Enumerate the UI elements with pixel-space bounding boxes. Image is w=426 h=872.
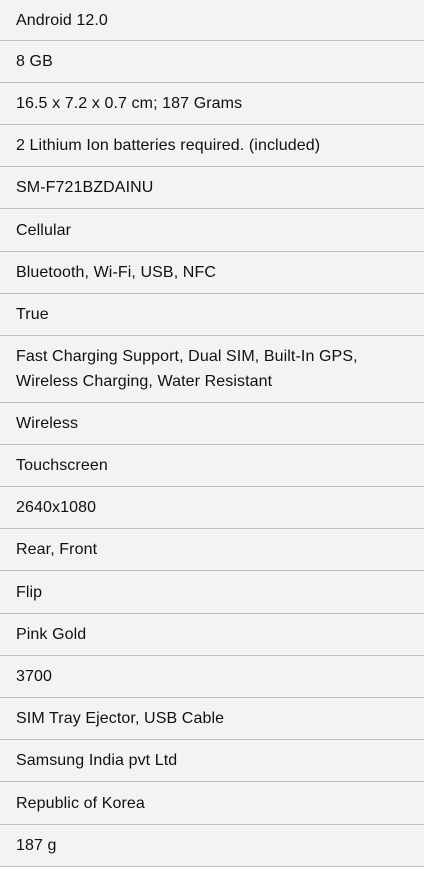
spec-value: 3700 bbox=[16, 668, 52, 685]
spec-value: 2 Lithium Ion batteries required. (inclu… bbox=[16, 137, 321, 154]
spec-row-manufacturer: Samsung India pvt Ltd bbox=[0, 740, 424, 782]
spec-row-country-of-origin: Republic of Korea bbox=[0, 782, 424, 825]
spec-row-colour: Pink Gold bbox=[0, 614, 424, 656]
spec-row-os: Android 12.0 bbox=[0, 0, 424, 41]
spec-value: 2640x1080 bbox=[16, 499, 97, 516]
spec-value: Republic of Korea bbox=[16, 794, 145, 812]
spec-row-other-features: Wireless bbox=[0, 403, 424, 445]
spec-row-gps: True bbox=[0, 294, 424, 336]
spec-row-connectivity: Bluetooth, Wi-Fi, USB, NFC bbox=[0, 252, 424, 294]
spec-row-dimensions: 16.5 x 7.2 x 0.7 cm; 187 Grams bbox=[0, 83, 424, 125]
spec-value: 8 GB bbox=[16, 53, 53, 70]
spec-row-ram: 8 GB bbox=[0, 41, 424, 83]
spec-row-resolution: 2640x1080 bbox=[0, 487, 424, 529]
spec-value: Bluetooth, Wi-Fi, USB, NFC bbox=[16, 264, 216, 281]
spec-value: Pink Gold bbox=[16, 626, 87, 643]
spec-value: Flip bbox=[16, 583, 43, 601]
spec-value: Android 12.0 bbox=[16, 11, 108, 29]
spec-row-form-factor: Flip bbox=[0, 571, 424, 614]
spec-row-device-interface: Touchscreen bbox=[0, 445, 424, 487]
spec-value: Cellular bbox=[16, 221, 72, 239]
spec-row-battery-power: 3700 bbox=[0, 656, 424, 698]
spec-row-item-weight: 187 g bbox=[0, 825, 424, 867]
spec-value: True bbox=[16, 306, 49, 323]
spec-value: Wireless bbox=[16, 415, 79, 432]
spec-row-model-number: SM-F721BZDAINU bbox=[0, 167, 424, 209]
spec-value: SIM Tray Ejector, USB Cable bbox=[16, 710, 225, 727]
spec-value: Fast Charging Support, Dual SIM, Built-I… bbox=[16, 348, 358, 390]
spec-row-special-features: Fast Charging Support, Dual SIM, Built-I… bbox=[0, 336, 424, 403]
spec-value: 16.5 x 7.2 x 0.7 cm; 187 Grams bbox=[16, 95, 243, 112]
spec-value: 187 g bbox=[16, 837, 57, 854]
spec-value: Touchscreen bbox=[16, 457, 108, 474]
spec-row-whats-in-box: SIM Tray Ejector, USB Cable bbox=[0, 698, 424, 740]
spec-row-camera: Rear, Front bbox=[0, 529, 424, 571]
spec-row-wireless-carrier: Cellular bbox=[0, 209, 424, 252]
product-specs-table: Android 12.0 8 GB 16.5 x 7.2 x 0.7 cm; 1… bbox=[0, 0, 424, 867]
spec-value: Samsung India pvt Ltd bbox=[16, 752, 178, 769]
spec-value: Rear, Front bbox=[16, 541, 98, 558]
spec-value: SM-F721BZDAINU bbox=[16, 179, 154, 196]
spec-row-batteries: 2 Lithium Ion batteries required. (inclu… bbox=[0, 125, 424, 167]
